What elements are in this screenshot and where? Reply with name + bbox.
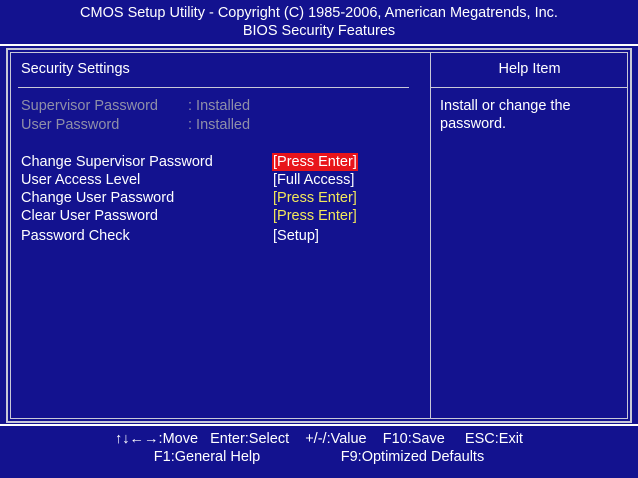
panel-divider: [430, 52, 431, 419]
section-title: Security Settings: [21, 61, 130, 77]
setting-clear-user-password[interactable]: Clear User Password [Press Enter]: [21, 207, 357, 225]
section-title-rule: [18, 87, 409, 88]
setting-change-user-password[interactable]: Change User Password [Press Enter]: [21, 189, 357, 207]
setting-label: User Access Level: [21, 172, 141, 188]
setting-label: Password Check: [21, 228, 130, 244]
status-label: User Password: [21, 117, 120, 133]
setting-change-supervisor-password[interactable]: Change Supervisor Password [Press Enter]: [21, 153, 358, 171]
key-legend: ↑↓←→:Move Enter:Select +/-/:Value F10:Sa…: [0, 430, 638, 466]
setting-password-check[interactable]: Password Check [Setup]: [21, 227, 319, 245]
setting-value[interactable]: [Full Access]: [273, 171, 354, 189]
status-value: : Installed: [188, 98, 251, 114]
setting-value[interactable]: [Press Enter]: [273, 207, 357, 225]
help-title: Help Item: [498, 61, 561, 77]
help-text: Install or change the password.: [440, 98, 571, 132]
setting-label: Change User Password: [21, 190, 175, 206]
key-legend-line-1: ↑↓←→:Move Enter:Select +/-/:Value F10:Sa…: [115, 431, 523, 447]
setting-value[interactable]: [Setup]: [273, 227, 319, 245]
footer-divider: [0, 424, 638, 426]
utility-title: CMOS Setup Utility - Copyright (C) 1985-…: [80, 5, 558, 21]
setting-value[interactable]: [Press Enter]: [273, 189, 357, 207]
setting-value[interactable]: [Press Enter]: [272, 153, 358, 171]
page-title: BIOS Security Features: [242, 23, 396, 39]
status-label: Supervisor Password: [21, 98, 158, 114]
setting-label: Change Supervisor Password: [21, 154, 213, 170]
help-title-rule: [431, 87, 628, 88]
status-row-user-password: User Password : Installed: [21, 116, 250, 134]
status-row-supervisor-password: Supervisor Password : Installed: [21, 97, 250, 115]
status-value: : Installed: [188, 117, 251, 133]
setting-label: Clear User Password: [21, 208, 158, 224]
key-legend-line-2: F1:General Help F9:Optimized Defaults: [153, 449, 485, 465]
header-divider: [0, 44, 638, 46]
setting-user-access-level[interactable]: User Access Level [Full Access]: [21, 171, 354, 189]
title-bar: CMOS Setup Utility - Copyright (C) 1985-…: [0, 0, 638, 44]
